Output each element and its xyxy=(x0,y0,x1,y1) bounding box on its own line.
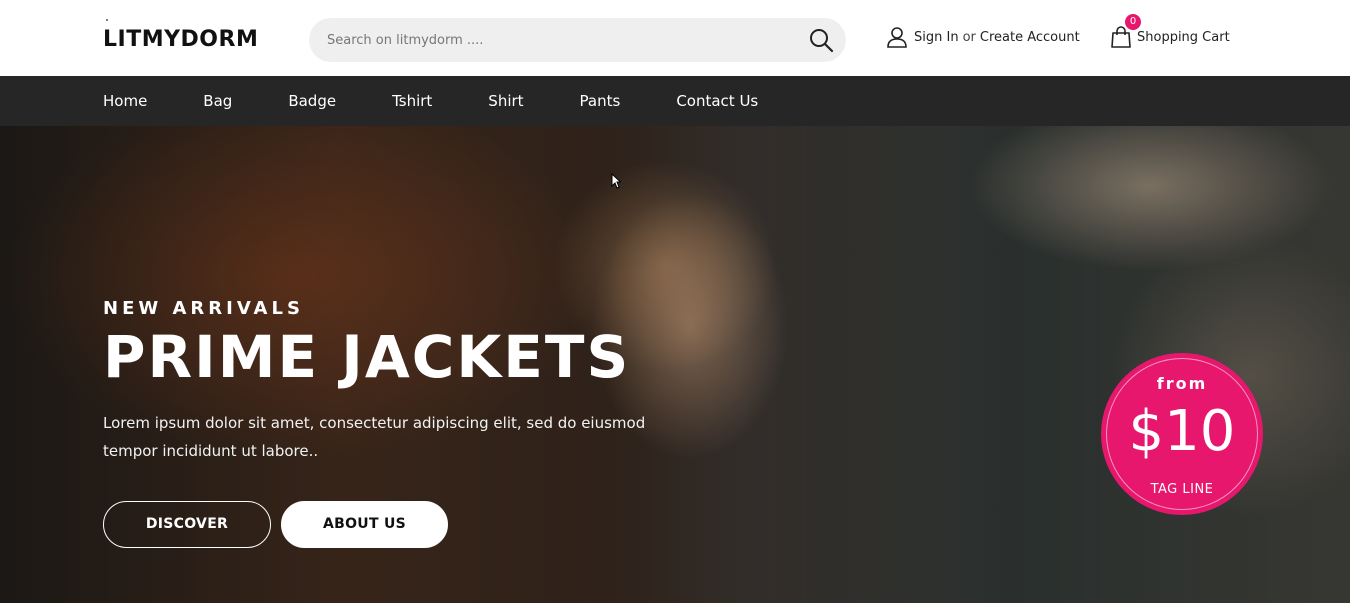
discover-button[interactable]: DISCOVER xyxy=(103,501,271,548)
cursor-icon xyxy=(611,172,622,189)
site-header: LITMYDORM Sign In or Create Account Shop… xyxy=(0,0,1350,76)
about-us-button[interactable]: ABOUT US xyxy=(281,501,448,548)
sign-in-link[interactable]: Sign In xyxy=(914,30,959,45)
nav-item-shirt[interactable]: Shirt xyxy=(488,92,523,110)
search-input[interactable] xyxy=(327,18,797,62)
hero-banner: NEW ARRIVALS PRIME JACKETS Lorem ipsum d… xyxy=(0,126,1350,603)
hero-description: Lorem ipsum dolor sit amet, consectetur … xyxy=(103,414,646,460)
account-links: Sign In or Create Account xyxy=(886,24,1080,50)
nav-item-home[interactable]: Home xyxy=(103,92,147,110)
nav-item-badge[interactable]: Badge xyxy=(288,92,336,110)
nav-item-contact-us[interactable]: Contact Us xyxy=(676,92,758,110)
account-or-text: or xyxy=(962,29,976,45)
logo-dot xyxy=(106,19,108,21)
site-logo[interactable]: LITMYDORM xyxy=(103,27,258,52)
price-badge-tagline: TAG LINE xyxy=(1150,482,1214,497)
main-nav: Home Bag Badge Tshirt Shirt Pants Contac… xyxy=(0,76,1350,126)
nav-item-pants[interactable]: Pants xyxy=(580,92,621,110)
user-icon xyxy=(886,26,908,48)
search-icon[interactable] xyxy=(808,27,834,53)
hero-title: PRIME JACKETS xyxy=(103,323,631,391)
price-badge-amount: $10 xyxy=(1128,399,1236,464)
hero-eyebrow: NEW ARRIVALS xyxy=(103,298,304,319)
cart-count-badge: 0 xyxy=(1125,14,1141,30)
nav-item-tshirt[interactable]: Tshirt xyxy=(392,92,432,110)
price-badge: from $10 TAG LINE xyxy=(1101,353,1263,515)
create-account-link[interactable]: Create Account xyxy=(980,30,1080,45)
shopping-cart-label: Shopping Cart xyxy=(1137,29,1230,45)
search-bar xyxy=(309,18,846,62)
nav-item-bag[interactable]: Bag xyxy=(203,92,232,110)
price-badge-from: from xyxy=(1156,374,1208,393)
